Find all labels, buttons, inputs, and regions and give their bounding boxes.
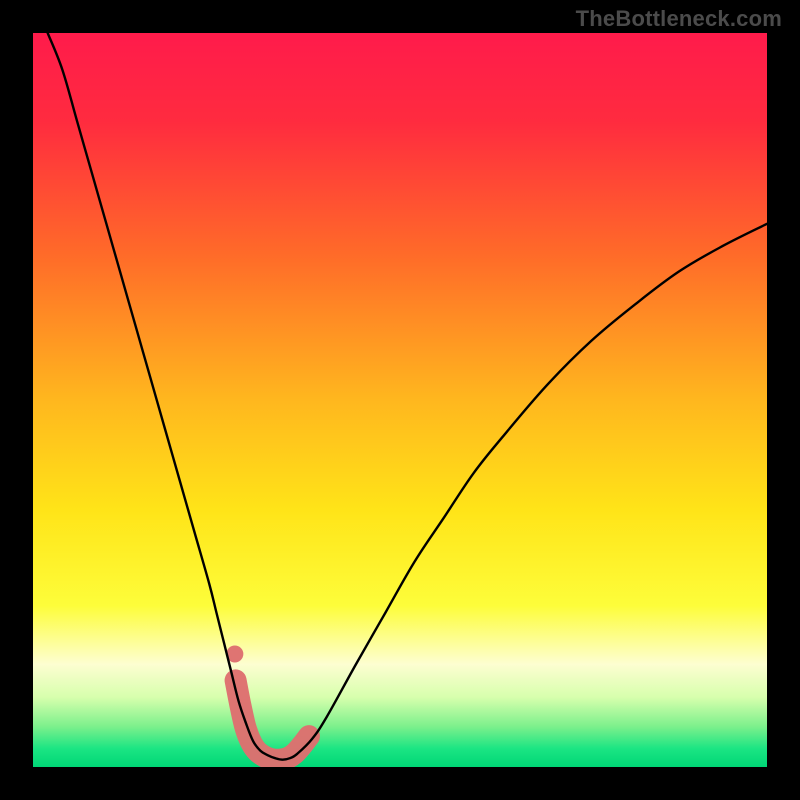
plot-area: [33, 33, 767, 767]
watermark-text: TheBottleneck.com: [576, 6, 782, 32]
chart-svg: [33, 33, 767, 767]
chart-frame: TheBottleneck.com: [0, 0, 800, 800]
gradient-background: [33, 33, 767, 767]
